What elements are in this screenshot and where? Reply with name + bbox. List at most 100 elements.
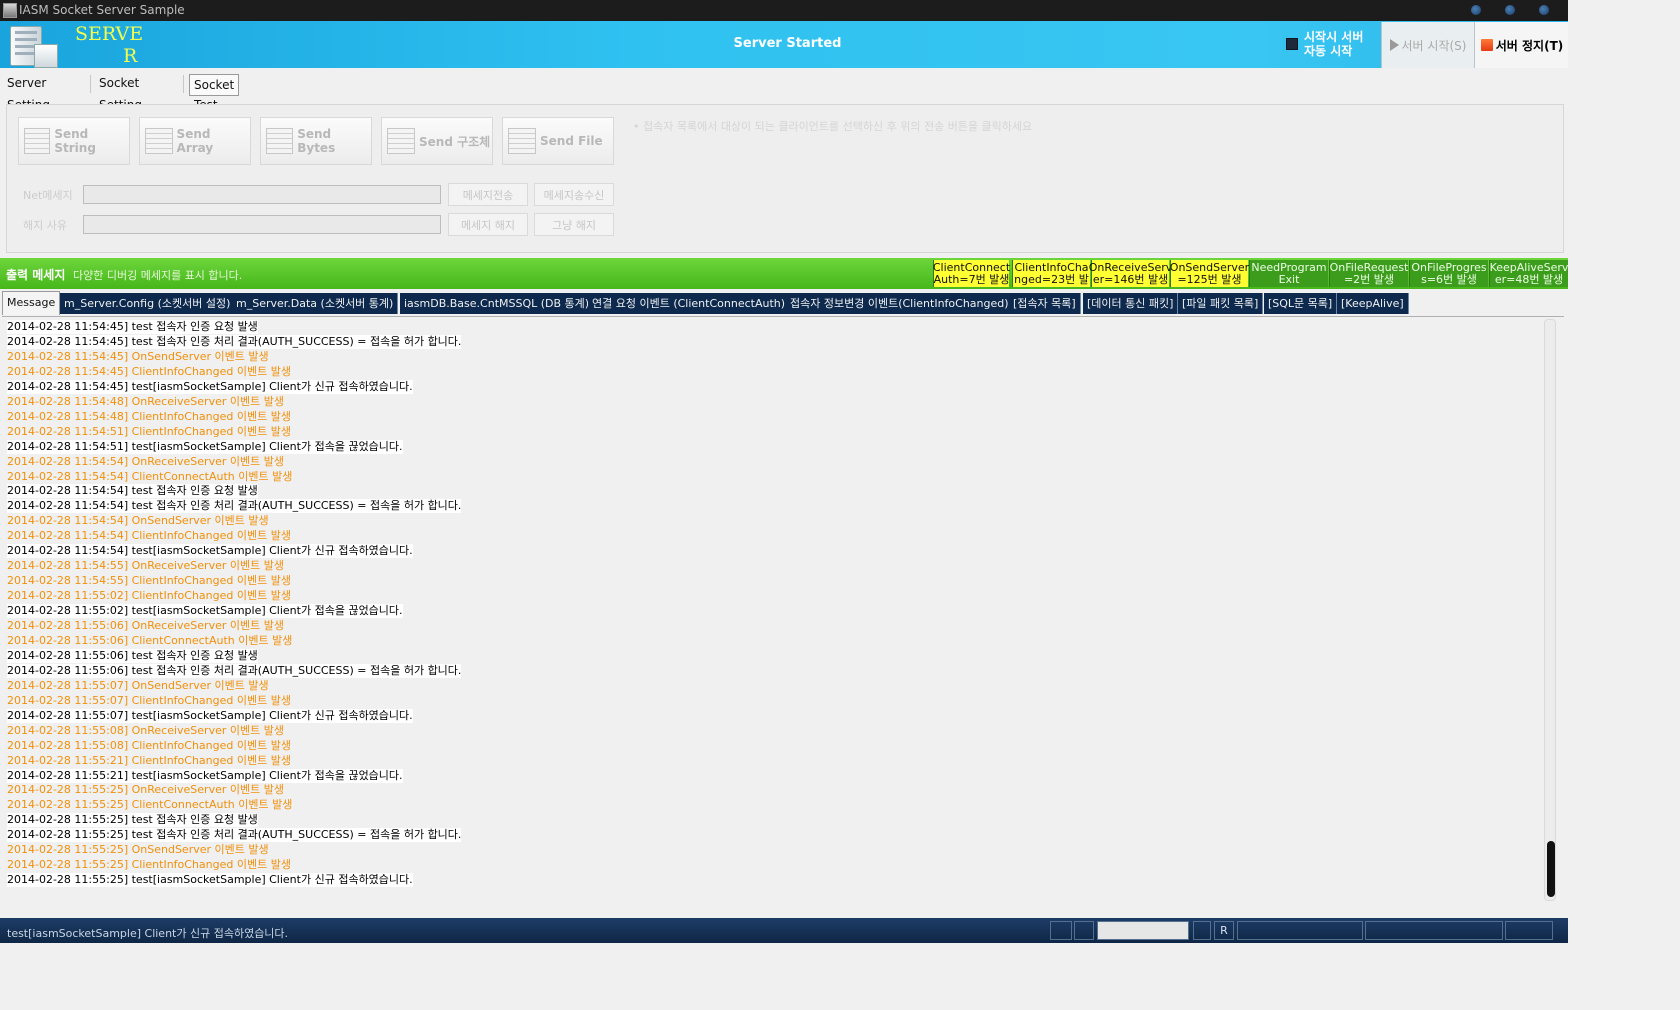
event-count: er=146번 발생	[1092, 273, 1169, 286]
output-tabs: Message m_Server.Config (소켓서버 설정) m_Serv…	[0, 291, 1568, 315]
log-line: 2014-02-28 11:54:54] test[iasmSocketSamp…	[7, 544, 413, 559]
tab-client-connect-auth[interactable]: 연결 요청 이벤트 (ClientConnectAuth)	[588, 293, 791, 314]
send-string-label: Send String	[54, 127, 96, 155]
log-line: 2014-02-28 11:54:54] ClientInfoChanged 이…	[7, 529, 291, 543]
log-line: 2014-02-28 11:55:07] test[iasmSocketSamp…	[7, 708, 413, 723]
tab-keepalive[interactable]: [KeepAlive]	[1337, 293, 1409, 314]
event-counter: NeedProgram Exit	[1249, 260, 1328, 287]
status-panel	[1050, 921, 1072, 940]
send-string-button[interactable]: Send String	[18, 117, 130, 165]
send-struct-button[interactable]: Send 구조체	[381, 117, 493, 165]
log-line: 2014-02-28 11:55:06] test 접속자 인증 요청 발생	[7, 648, 258, 663]
brand-line2: R	[123, 45, 138, 67]
log-line: 2014-02-28 11:55:06] test 접속자 인증 처리 결과(A…	[7, 663, 462, 678]
tab-db-stats[interactable]: iasmDB.Base.CntMSSQL (DB 통계)	[400, 293, 595, 314]
net-message-label: Net메세지	[23, 189, 73, 202]
just-disconnect-button[interactable]: 그냥 해지	[534, 213, 614, 236]
tab-server-setting[interactable]: Server Setting	[3, 72, 54, 112]
tab-sql-list[interactable]: [SQL문 목록]	[1264, 293, 1338, 314]
status-panel	[1074, 921, 1094, 940]
socket-test-panel: Send String Send Array Send Bytes Send 구…	[6, 104, 1564, 253]
message-log[interactable]: 2014-02-28 11:54:45] test 접속자 인증 요청 발생 20…	[2, 316, 1564, 917]
log-line: 2014-02-28 11:54:54] test 접속자 인증 처리 결과(A…	[7, 499, 462, 514]
send-struct-label: Send 구조체	[419, 134, 491, 149]
send-bytes-button[interactable]: Send Bytes	[260, 117, 372, 165]
net-message-input[interactable]	[83, 185, 441, 204]
tab-file-packets[interactable]: [파일 패킷 목록]	[1178, 293, 1264, 314]
log-line: 2014-02-28 11:54:54] OnReceiveServer 이벤트…	[7, 454, 284, 468]
tab-socket-setting[interactable]: Socket Setting	[95, 72, 146, 112]
event-counter: ClientConnect Auth=7번 발생	[933, 260, 1010, 287]
autostart-check-box[interactable]	[1286, 38, 1298, 50]
grid-icon	[508, 128, 536, 154]
server-status: Server Started	[733, 36, 842, 51]
send-receive-button[interactable]: 메세지송수신	[534, 183, 614, 206]
tab-server-config[interactable]: m_Server.Config (소켓서버 설정)	[60, 293, 236, 314]
log-line: 2014-02-28 11:55:21] ClientInfoChanged 이…	[7, 753, 291, 767]
event-counter: OnFileRequest =2번 발생	[1329, 260, 1408, 287]
log-line: 2014-02-28 11:54:51] ClientInfoChanged 이…	[7, 424, 291, 438]
send-file-button[interactable]: Send File	[502, 117, 614, 165]
play-icon	[1389, 39, 1399, 51]
log-line: 2014-02-28 11:55:06] OnReceiveServer 이벤트…	[7, 619, 284, 632]
log-line: 2014-02-28 11:54:45] ClientInfoChanged 이…	[7, 364, 291, 378]
log-line: 2014-02-28 11:55:21] test[iasmSocketSamp…	[7, 768, 403, 783]
log-line: 2014-02-28 11:54:45] OnSendServer 이벤트 발생	[7, 349, 269, 363]
reason-label: 해지 사유	[23, 219, 67, 232]
log-line: 2014-02-28 11:55:07] OnSendServer 이벤트 발생	[7, 678, 269, 692]
send-array-button[interactable]: Send Array	[139, 117, 251, 165]
autostart-label-1: 시작시 서버	[1304, 30, 1364, 44]
tab-client-info-changed[interactable]: 접속자 정보변경 이벤트(ClientInfoChanged)	[786, 293, 1014, 314]
log-line: 2014-02-28 11:55:06] ClientConnectAuth 이…	[7, 633, 293, 647]
log-line: 2014-02-28 11:55:25] test 접속자 인증 요청 발생	[7, 813, 258, 828]
log-line: 2014-02-28 11:54:45] test 접속자 인증 요청 발생	[7, 320, 258, 334]
log-scrollbar[interactable]	[1544, 319, 1556, 901]
log-line: 2014-02-28 11:55:25] OnSendServer 이벤트 발생	[7, 843, 269, 857]
tab-socket-test[interactable]: Socket Test	[189, 74, 240, 112]
tab-server-data[interactable]: m_Server.Data (소켓서버 통계)	[232, 293, 399, 314]
event-counter: ClientInfoCha nged=23번 발	[1012, 260, 1090, 287]
autostart-label-2: 자동 시작	[1304, 44, 1353, 58]
tab-client-list[interactable]: [접속자 목록]	[1009, 293, 1081, 314]
event-counter: OnSendServer =125번 발생	[1170, 260, 1249, 287]
brand-logo: SERVE R	[75, 23, 145, 67]
brand-line1: SERVE	[75, 23, 144, 45]
server-start-button[interactable]: 서버 시작(S)	[1381, 22, 1474, 68]
send-array-label: Send Array	[176, 127, 214, 155]
server-stop-button[interactable]: 서버 정지(T)	[1474, 22, 1568, 68]
send-hint: • 접속자 목록에서 대상이 되는 클라이언트를 선택하신 후 위의 전송 버튼…	[633, 120, 1033, 133]
status-panel	[1237, 921, 1363, 940]
status-panel	[1505, 921, 1553, 940]
log-scrollbar-thumb[interactable]	[1547, 841, 1555, 897]
send-bytes-label: Send Bytes	[297, 127, 336, 155]
log-line: 2014-02-28 11:55:02] ClientInfoChanged 이…	[7, 589, 291, 603]
event-counter: OnFileProgres s=6번 발생	[1409, 260, 1488, 287]
log-line: 2014-02-28 11:55:02] test[iasmSocketSamp…	[7, 604, 403, 619]
status-r-indicator: R	[1214, 921, 1234, 940]
minimize-icon[interactable]	[1471, 5, 1481, 15]
grid-icon	[145, 128, 173, 154]
event-count: s=6번 발생	[1421, 273, 1477, 286]
tab-message[interactable]: Message	[2, 291, 61, 315]
event-count: =2번 발생	[1343, 273, 1395, 286]
log-line: 2014-02-28 11:54:54] test 접속자 인증 요청 발생	[7, 484, 258, 499]
maximize-icon[interactable]	[1505, 5, 1515, 15]
message-disconnect-button[interactable]: 메세지 해지	[448, 213, 528, 236]
app-window: IASM Socket Server Sample SERVE R Server…	[0, 0, 1568, 943]
event-count: Auth=7번 발생	[933, 273, 1010, 286]
send-file-label: Send File	[540, 134, 603, 148]
log-line: 2014-02-28 11:54:45] test[iasmSocketSamp…	[7, 379, 413, 394]
reason-input[interactable]	[83, 215, 441, 234]
log-line: 2014-02-28 11:54:45] test 접속자 인증 처리 결과(A…	[7, 334, 462, 349]
grid-icon	[24, 128, 51, 154]
event-count: er=48번 발생	[1494, 273, 1564, 286]
output-description: 다양한 디버깅 메세지를 표시 합니다.	[73, 269, 243, 282]
server-stop-label: 서버 정지(T)	[1495, 38, 1564, 53]
tab-data-packets[interactable]: [데이터 통신 패킷]	[1083, 293, 1179, 314]
output-title: 출력 메세지	[6, 268, 66, 282]
event-count: =125번 발생	[1177, 273, 1242, 286]
close-icon[interactable]	[1539, 5, 1549, 15]
log-line: 2014-02-28 11:55:08] ClientInfoChanged 이…	[7, 738, 291, 752]
status-panel	[1193, 921, 1211, 940]
send-message-button[interactable]: 메세지전송	[448, 183, 528, 206]
